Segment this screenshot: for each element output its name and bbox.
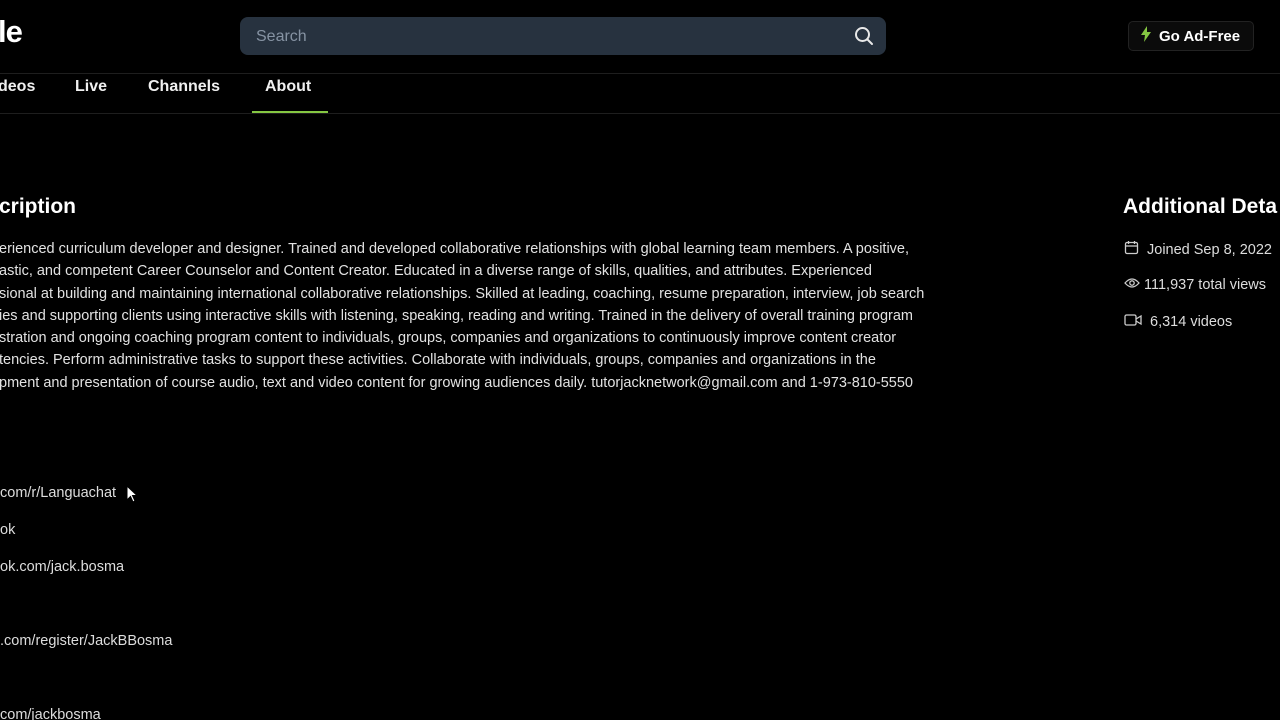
description-line: ies and supporting clients using interac…	[0, 307, 913, 324]
description-line: sional at building and maintaining inter…	[0, 285, 925, 302]
eye-icon	[1124, 277, 1140, 293]
description-line: pment and presentation of course audio, …	[0, 374, 913, 391]
joined-text: Joined Sep 8, 2022	[1147, 241, 1272, 258]
divider	[0, 113, 1280, 114]
tab-channels[interactable]: Channels	[148, 78, 220, 96]
description-text: erienced curriculum developer and design…	[0, 238, 924, 394]
additional-details-heading: Additional Deta	[1123, 195, 1278, 218]
mouse-cursor-icon	[126, 484, 139, 508]
description-line: tencies. Perform administrative tasks to…	[0, 352, 876, 369]
social-link-label: ok	[0, 522, 16, 538]
search-input[interactable]	[240, 17, 838, 57]
social-link-reddit[interactable]: com/r/Languachat	[0, 485, 116, 501]
description-line: astic, and competent Career Counselor an…	[0, 263, 872, 280]
search-bar	[240, 17, 886, 57]
tab-videos[interactable]: deos	[0, 78, 35, 96]
social-link-facebook[interactable]: ok.com/jack.bosma	[0, 559, 124, 575]
go-ad-free-label: Go Ad-Free	[1159, 27, 1241, 45]
divider	[0, 73, 1280, 74]
go-ad-free-button[interactable]: Go Ad-Free	[1128, 21, 1254, 51]
description-line: erienced curriculum developer and design…	[0, 241, 910, 257]
tab-about[interactable]: About	[265, 78, 311, 96]
search-icon[interactable]	[854, 26, 874, 51]
views-text: 111,937 total views	[1144, 277, 1266, 293]
total-views: 111,937 total views	[1124, 277, 1266, 293]
description-heading: cription	[0, 195, 76, 218]
lightning-icon	[1141, 26, 1151, 46]
social-link[interactable]: com/jackbosma	[0, 707, 101, 720]
videos-text: 6,314 videos	[1150, 314, 1233, 330]
description-line: stration and ongoing coaching program co…	[0, 330, 897, 347]
calendar-icon	[1124, 240, 1139, 259]
video-count: 6,314 videos	[1124, 314, 1232, 330]
video-camera-icon	[1124, 314, 1142, 330]
social-link-register[interactable]: .com/register/JackBBosma	[0, 633, 172, 649]
tab-live[interactable]: Live	[75, 78, 107, 96]
joined-date: Joined Sep 8, 2022	[1124, 240, 1272, 259]
logo[interactable]: le	[0, 14, 23, 50]
